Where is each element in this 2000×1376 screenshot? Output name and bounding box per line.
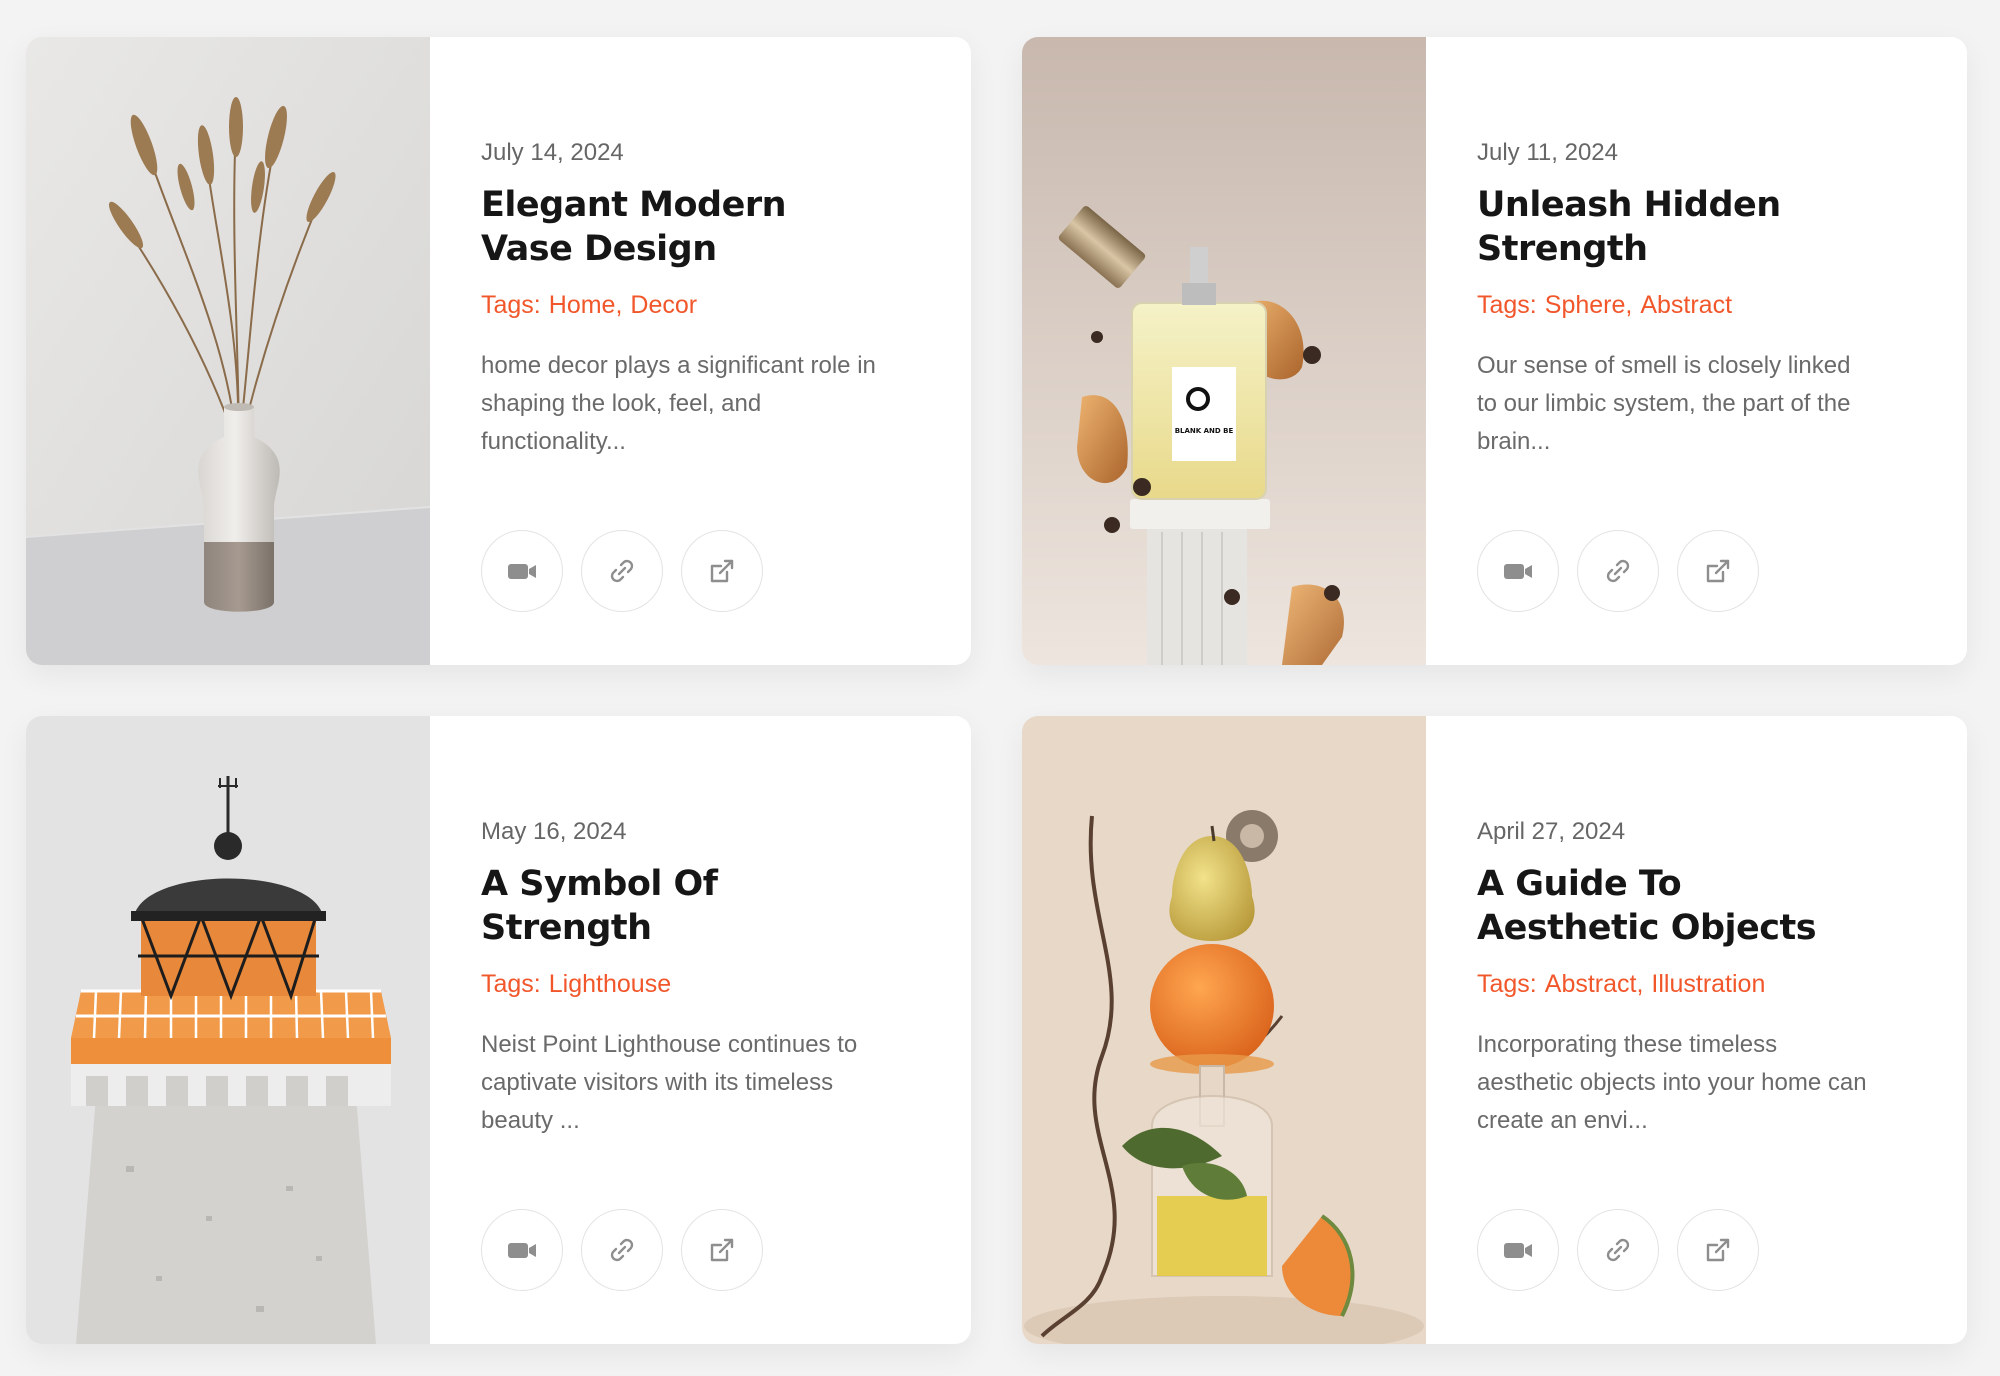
link-button[interactable] <box>1577 1209 1659 1291</box>
perfume-label: BLANK AND BE <box>1175 427 1234 435</box>
post-tags: Tags: Home, Decor <box>481 289 911 321</box>
post-title-line[interactable]: Unleash Hidden <box>1477 185 1781 225</box>
post-excerpt: home decor plays a significant role in s… <box>481 352 876 455</box>
post-title-line[interactable]: A Guide To <box>1477 864 1682 904</box>
video-camera-icon <box>1504 564 1532 579</box>
post-actions <box>481 1209 763 1291</box>
post-title-line[interactable]: Strength <box>1477 229 1648 269</box>
post-card[interactable]: July 14, 2024 Elegant Modern Vase Design… <box>26 37 971 665</box>
post-content: July 14, 2024 Elegant Modern Vase Design… <box>481 137 911 461</box>
post-date: April 27, 2024 <box>1477 818 1626 845</box>
post-content: April 27, 2024 A Guide To Aesthetic Obje… <box>1477 816 1907 1140</box>
video-camera-icon <box>508 1243 536 1258</box>
post-card[interactable]: May 16, 2024 A Symbol Of Strength Tags: L… <box>26 716 971 1344</box>
video-button[interactable] <box>481 1209 563 1291</box>
external-link-icon <box>710 1238 734 1262</box>
post-date: May 16, 2024 <box>481 818 627 845</box>
video-button[interactable] <box>1477 530 1559 612</box>
external-link-button[interactable] <box>681 1209 763 1291</box>
tags-label: Tags: <box>1477 970 1537 998</box>
post-tags: Tags: Sphere, Abstract <box>1477 289 1907 321</box>
post-thumbnail-lighthouse[interactable] <box>26 716 430 1344</box>
post-title-line[interactable]: Aesthetic Objects <box>1477 908 1817 948</box>
post-title[interactable]: A Guide To Aesthetic Objects <box>1477 862 1907 950</box>
tag-link[interactable]: Illustration <box>1651 970 1765 998</box>
post-title[interactable]: Unleash Hidden Strength <box>1477 183 1907 271</box>
video-button[interactable] <box>1477 1209 1559 1291</box>
external-link-icon <box>1706 559 1730 583</box>
tag-link[interactable]: Sphere, <box>1545 291 1633 319</box>
perfume-image: BLANK AND BE <box>1022 37 1426 665</box>
tags-label: Tags: <box>481 970 541 998</box>
external-link-icon <box>710 559 734 583</box>
tag-link[interactable]: Abstract, <box>1545 970 1644 998</box>
tags-label: Tags: <box>481 291 541 319</box>
tag-link[interactable]: Decor <box>630 291 697 319</box>
external-link-button[interactable] <box>681 530 763 612</box>
post-tags: Tags: Lighthouse <box>481 968 911 1000</box>
post-actions <box>1477 530 1759 612</box>
post-thumbnail-perfume[interactable]: BLANK AND BE <box>1022 37 1426 665</box>
lighthouse-image <box>26 716 430 1344</box>
fruit-stack-image <box>1022 716 1426 1344</box>
post-title-line[interactable]: A Symbol Of <box>481 864 718 904</box>
post-tags: Tags: Abstract, Illustration <box>1477 968 1907 1000</box>
tag-link[interactable]: Lighthouse <box>549 970 671 998</box>
post-card[interactable]: BLANK AND BE July 11, 2024 Unleash Hidde… <box>1022 37 1967 665</box>
post-excerpt: Our sense of smell is closely linked to … <box>1477 352 1851 455</box>
post-actions <box>1477 1209 1759 1291</box>
link-button[interactable] <box>581 530 663 612</box>
post-title-line[interactable]: Vase Design <box>481 229 717 269</box>
vase-image <box>26 37 430 665</box>
post-date: July 14, 2024 <box>481 139 624 166</box>
link-icon <box>1606 559 1630 583</box>
external-link-button[interactable] <box>1677 530 1759 612</box>
video-button[interactable] <box>481 530 563 612</box>
link-icon <box>1606 1238 1630 1262</box>
post-card[interactable]: April 27, 2024 A Guide To Aesthetic Obje… <box>1022 716 1967 1344</box>
post-actions <box>481 530 763 612</box>
post-thumbnail-vase[interactable] <box>26 37 430 665</box>
post-title[interactable]: Elegant Modern Vase Design <box>481 183 911 271</box>
post-excerpt: Neist Point Lighthouse continues to capt… <box>481 1031 858 1134</box>
external-link-button[interactable] <box>1677 1209 1759 1291</box>
video-camera-icon <box>508 564 536 579</box>
post-title-line[interactable]: Strength <box>481 908 652 948</box>
post-content: July 11, 2024 Unleash Hidden Strength Ta… <box>1477 137 1907 461</box>
link-button[interactable] <box>1577 530 1659 612</box>
link-icon <box>610 1238 634 1262</box>
tag-link[interactable]: Abstract <box>1640 291 1732 319</box>
post-title[interactable]: A Symbol Of Strength <box>481 862 911 950</box>
tags-label: Tags: <box>1477 291 1537 319</box>
post-content: May 16, 2024 A Symbol Of Strength Tags: L… <box>481 816 911 1140</box>
post-title-line[interactable]: Elegant Modern <box>481 185 787 225</box>
tag-link[interactable]: Home, <box>549 291 623 319</box>
link-button[interactable] <box>581 1209 663 1291</box>
video-camera-icon <box>1504 1243 1532 1258</box>
post-thumbnail-fruit-stack[interactable] <box>1022 716 1426 1344</box>
post-date: July 11, 2024 <box>1477 139 1618 166</box>
post-excerpt: Incorporating these timeless aesthetic o… <box>1477 1031 1867 1134</box>
external-link-icon <box>1706 1238 1730 1262</box>
link-icon <box>610 559 634 583</box>
